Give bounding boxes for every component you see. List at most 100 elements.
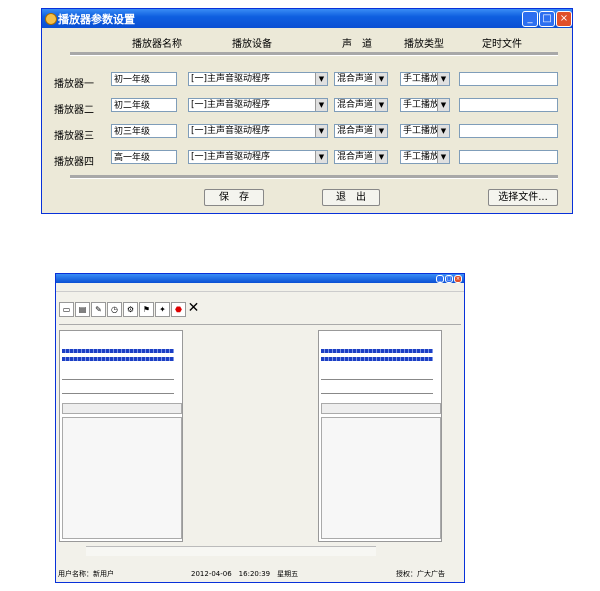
status-user: 用户名称：新用户	[58, 570, 114, 578]
timer-file-input[interactable]	[459, 72, 558, 86]
right-progress-slider[interactable]	[321, 379, 433, 380]
minimize-icon[interactable]: _	[522, 11, 538, 27]
right-playlist[interactable]	[321, 417, 441, 539]
player-name-input[interactable]: 高一年级	[111, 150, 177, 164]
channel-value: 混合声道	[337, 100, 374, 110]
flag-icon[interactable]: ⚑	[139, 302, 154, 317]
play-type-select[interactable]: 手工播放 ▼	[400, 150, 450, 164]
left-level-meter	[62, 349, 174, 353]
chevron-down-icon[interactable]: ▼	[315, 73, 327, 85]
header-timer-file: 定时文件	[482, 39, 522, 50]
play-type-value: 手工播放	[403, 100, 440, 110]
status-copyright: 授权：广大广告	[396, 570, 445, 578]
main-app-window: _ □ × ▭ ▤ ✎ ◷ ⚙ ⚑ ✦ ⬣ ✕ 用户名称：新用户 2012-04…	[55, 273, 465, 583]
play-type-select[interactable]: 手工播放 ▼	[400, 124, 450, 138]
menu-bar[interactable]	[56, 283, 464, 292]
device-value: [一]主声音驱动程序	[191, 100, 271, 110]
left-transport-bar[interactable]	[62, 403, 182, 414]
channel-select[interactable]: 混合声道 ▼	[334, 124, 388, 138]
channel-value: 混合声道	[337, 126, 374, 136]
play-type-value: 手工播放	[403, 152, 440, 162]
device-select[interactable]: [一]主声音驱动程序 ▼	[188, 98, 328, 112]
device-value: [一]主声音驱动程序	[191, 74, 271, 84]
maximize-icon[interactable]: □	[539, 11, 555, 27]
row-label: 播放器四	[54, 157, 94, 168]
channel-value: 混合声道	[337, 74, 374, 84]
channel-select[interactable]: 混合声道 ▼	[334, 150, 388, 164]
chevron-down-icon[interactable]: ▼	[315, 151, 327, 163]
app-titlebar: _ □ ×	[56, 274, 464, 283]
dialog-titlebar: 播放器参数设置 _ □ ×	[42, 9, 572, 28]
timer-file-input[interactable]	[459, 98, 558, 112]
device-select[interactable]: [一]主声音驱动程序 ▼	[188, 150, 328, 164]
app-icon	[45, 13, 57, 25]
right-level-meter	[321, 349, 433, 353]
choose-file-button[interactable]: 选择文件...	[488, 189, 558, 206]
left-volume-slider[interactable]	[62, 393, 174, 394]
device-select[interactable]: [一]主声音驱动程序 ▼	[188, 72, 328, 86]
header-play-type: 播放类型	[404, 39, 444, 50]
open-folder-icon[interactable]: ▤	[75, 302, 90, 317]
chevron-down-icon[interactable]: ▼	[437, 73, 449, 85]
chevron-down-icon[interactable]: ▼	[375, 151, 387, 163]
row-label: 播放器三	[54, 131, 94, 142]
header-player-name: 播放器名称	[132, 39, 182, 50]
status-datetime: 2012-04-06 16:20:39 星期五	[191, 570, 299, 578]
left-player-panel	[59, 330, 183, 542]
bottom-tabbar[interactable]	[86, 546, 376, 556]
play-type-value: 手工播放	[403, 126, 440, 136]
chevron-down-icon[interactable]: ▼	[437, 125, 449, 137]
right-level-meter-2	[321, 357, 433, 361]
close-icon[interactable]: ×	[454, 275, 462, 283]
play-type-select[interactable]: 手工播放 ▼	[400, 98, 450, 112]
left-progress-slider[interactable]	[62, 379, 174, 380]
clock-icon[interactable]: ◷	[107, 302, 122, 317]
header-device: 播放设备	[232, 39, 272, 50]
save-button[interactable]: 保 存	[204, 189, 264, 206]
right-transport-bar[interactable]	[321, 403, 441, 414]
right-player-panel	[318, 330, 442, 542]
settings-dialog: 播放器参数设置 _ □ × 播放器名称 播放设备 声 道 播放类型 定时文件 播…	[41, 8, 573, 214]
settings-icon[interactable]: ⚙	[123, 302, 138, 317]
toolbar-divider	[59, 324, 461, 325]
channel-select[interactable]: 混合声道 ▼	[334, 72, 388, 86]
stop-icon[interactable]: ⬣	[171, 302, 186, 317]
alarm-icon[interactable]: ✦	[155, 302, 170, 317]
footer-divider	[70, 175, 558, 179]
left-level-meter-2	[62, 357, 174, 361]
left-playlist[interactable]	[62, 417, 182, 539]
player-name-input[interactable]: 初一年级	[111, 72, 177, 86]
chevron-down-icon[interactable]: ▼	[375, 73, 387, 85]
channel-select[interactable]: 混合声道 ▼	[334, 98, 388, 112]
player-name-input[interactable]: 初三年级	[111, 124, 177, 138]
channel-value: 混合声道	[337, 152, 374, 162]
right-volume-slider[interactable]	[321, 393, 433, 394]
chevron-down-icon[interactable]: ▼	[315, 125, 327, 137]
row-label: 播放器二	[54, 105, 94, 116]
device-select[interactable]: [一]主声音驱动程序 ▼	[188, 124, 328, 138]
chevron-down-icon[interactable]: ▼	[375, 99, 387, 111]
play-type-select[interactable]: 手工播放 ▼	[400, 72, 450, 86]
header-divider	[70, 52, 558, 56]
edit-icon[interactable]: ✎	[91, 302, 106, 317]
timer-file-input[interactable]	[459, 150, 558, 164]
chevron-down-icon[interactable]: ▼	[437, 151, 449, 163]
timer-file-input[interactable]	[459, 124, 558, 138]
close-icon[interactable]: ×	[556, 11, 572, 27]
device-value: [一]主声音驱动程序	[191, 152, 271, 162]
play-type-value: 手工播放	[403, 74, 440, 84]
chevron-down-icon[interactable]: ▼	[437, 99, 449, 111]
row-label: 播放器一	[54, 79, 94, 90]
chevron-down-icon[interactable]: ▼	[375, 125, 387, 137]
header-channel: 声 道	[342, 39, 372, 50]
chevron-down-icon[interactable]: ▼	[315, 99, 327, 111]
dialog-title: 播放器参数设置	[58, 13, 135, 26]
center-panel	[183, 330, 319, 540]
exit-icon[interactable]: ✕	[187, 301, 200, 315]
exit-button[interactable]: 退 出	[322, 189, 380, 206]
minimize-icon[interactable]: _	[436, 275, 444, 283]
maximize-icon[interactable]: □	[445, 275, 453, 283]
new-icon[interactable]: ▭	[59, 302, 74, 317]
device-value: [一]主声音驱动程序	[191, 126, 271, 136]
player-name-input[interactable]: 初二年级	[111, 98, 177, 112]
